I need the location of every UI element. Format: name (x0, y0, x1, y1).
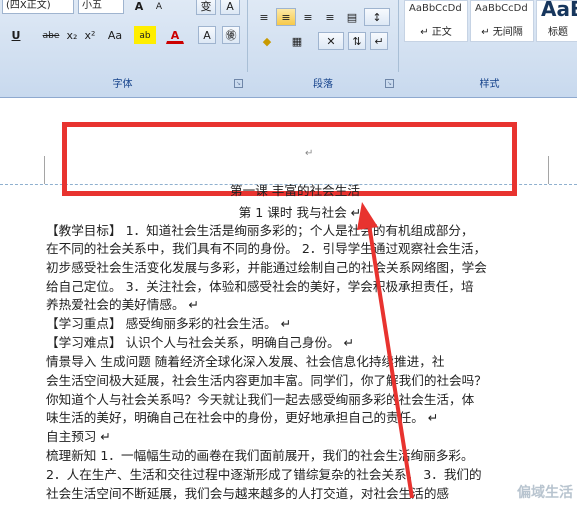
font-size-combo[interactable]: 小五 (78, 0, 124, 14)
style-name: ↵ 正文 (420, 27, 452, 38)
style-name: 标题 (548, 27, 568, 38)
pointer-arrow-icon (357, 202, 414, 499)
separator (398, 0, 399, 72)
paragraph-dialog-launcher-icon[interactable]: ↘ (385, 79, 394, 88)
font-dialog-launcher-icon[interactable]: ↘ (234, 79, 243, 88)
align-right-button[interactable]: ≡ (298, 8, 318, 26)
character-shading-button[interactable]: A (198, 26, 216, 44)
justify-button[interactable]: ≡ (320, 8, 340, 26)
paragraph-group-label: 段落 (313, 79, 333, 90)
style-sample: AaB (541, 0, 577, 21)
phonetic-guide-button[interactable]: 变 (196, 0, 216, 15)
font-group-label: 字体 (112, 79, 133, 90)
borders-button[interactable]: ▦ (284, 32, 310, 50)
font-group: (四X正文) 小五 A A 变 A U abe x₂ x² Aa ab A A … (0, 0, 245, 90)
subscript-button[interactable]: x₂ (64, 26, 80, 44)
style-name: ↵ 无间隔 (481, 27, 523, 38)
change-case-button[interactable]: Aa (104, 26, 126, 44)
strikethrough-button[interactable]: abe (40, 26, 62, 44)
shading-button[interactable]: ◆ (254, 32, 280, 50)
style-no-spacing-tile[interactable]: AaBbCcDd ↵ 无间隔 (470, 0, 534, 42)
underline-button[interactable]: U (8, 26, 24, 44)
show-marks-button[interactable]: ↵ (370, 32, 388, 50)
highlight-color-button[interactable]: ab (134, 26, 156, 44)
distributed-button[interactable]: ▤ (342, 8, 362, 26)
font-name-combo[interactable]: (四X正文) (2, 0, 74, 14)
superscript-button[interactable]: x² (82, 26, 98, 44)
style-normal-tile[interactable]: AaBbCcDd ↵ 正文 (404, 0, 468, 42)
paragraph-group: ≡ ≡ ≡ ≡ ▤ ↕ ◆ ▦ ✕ ⇅ ↵ 段落 ↘ (250, 0, 396, 90)
line-spacing-button[interactable]: ↕ (364, 8, 390, 26)
style-sample: AaBbCcDd (409, 3, 462, 14)
sort-button[interactable]: ⇅ (348, 32, 366, 50)
ribbon: (四X正文) 小五 A A 变 A U abe x₂ x² Aa ab A A … (0, 0, 577, 98)
align-center-button[interactable]: ≡ (276, 8, 296, 26)
font-color-button[interactable]: A (166, 26, 184, 44)
styles-group-label: 样式 (479, 79, 500, 90)
style-sample: AaBbCcDd (475, 3, 528, 14)
asian-layout-button[interactable]: ✕ (318, 32, 344, 50)
styles-group: AaBbCcDd ↵ 正文 AaBbCcDd ↵ 无间隔 AaB 标题 样式 (402, 0, 577, 90)
grow-font-button[interactable]: A (130, 0, 148, 15)
style-heading-tile[interactable]: AaB 标题 (536, 0, 577, 42)
character-border-button[interactable]: A (220, 0, 240, 15)
align-left-button[interactable]: ≡ (254, 8, 274, 26)
shrink-font-button[interactable]: A (150, 0, 168, 15)
separator (247, 0, 248, 72)
document-page[interactable]: ↵ 第一课 丰富的社会生活 第 1 课时 我与社会 ↵ 【教学目标】 1．知道社… (0, 98, 577, 508)
enclose-characters-button[interactable]: ㊝ (222, 26, 240, 44)
watermark-logo: 偏域生活 (517, 485, 573, 501)
